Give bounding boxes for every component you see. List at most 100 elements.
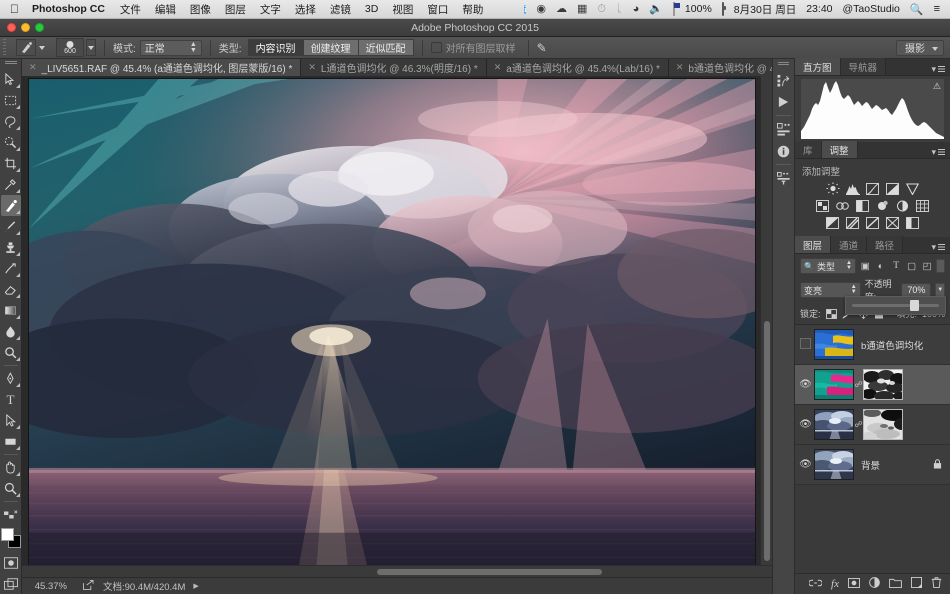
marquee-tool[interactable] bbox=[1, 90, 21, 111]
layer-thumbnail[interactable] bbox=[814, 369, 854, 400]
dropbox-icon[interactable]: ◉ bbox=[531, 3, 551, 15]
menu-image[interactable]: 图像 bbox=[183, 2, 218, 17]
panel-menu-icon[interactable]: ▾ bbox=[931, 64, 950, 75]
new-group-button[interactable] bbox=[889, 578, 902, 591]
document-tab-0[interactable]: ✕ _LIV5651.RAF @ 45.4% (a通道色调均化, 图层蒙版/16… bbox=[22, 59, 302, 76]
document-tab-2[interactable]: ✕ a通道色调均化 @ 45.4%(Lab/16) * bbox=[486, 59, 669, 76]
search-icon[interactable]: 🔍 bbox=[905, 3, 929, 16]
tool-preset-chevron-icon[interactable] bbox=[39, 45, 45, 50]
zoom-tool[interactable] bbox=[1, 478, 21, 499]
table-row[interactable]: b通道色调均化 bbox=[795, 325, 950, 365]
info-status-icon[interactable]: i bbox=[519, 3, 531, 15]
layer-mask-thumbnail[interactable] bbox=[863, 369, 903, 400]
opacity-slider-track[interactable] bbox=[852, 300, 939, 311]
gradient-tool[interactable] bbox=[1, 300, 21, 321]
lasso-tool[interactable] bbox=[1, 111, 21, 132]
quick-mask-icon[interactable] bbox=[1, 552, 21, 573]
lock-transparency-icon[interactable] bbox=[825, 308, 837, 320]
layer-filter-kind-select[interactable]: 🔍 类型 ▲ ▼ bbox=[800, 258, 856, 274]
layer-visibility-toggle[interactable]: 👁 bbox=[797, 459, 814, 470]
vibrance-icon[interactable] bbox=[904, 181, 921, 196]
character-panel-icon[interactable] bbox=[773, 167, 794, 189]
menu-3d[interactable]: 3D bbox=[358, 3, 385, 15]
menubar-user[interactable]: @TaoStudio bbox=[838, 3, 905, 15]
dodge-tool[interactable] bbox=[1, 342, 21, 363]
apple-logo-icon[interactable]:  bbox=[0, 3, 30, 15]
posterize-icon[interactable] bbox=[844, 215, 861, 230]
path-selection-tool[interactable] bbox=[1, 410, 21, 431]
wifi-icon[interactable]: ◕ bbox=[628, 3, 645, 15]
opacity-slider-knob[interactable] bbox=[910, 300, 920, 311]
foreground-color-swatch[interactable] bbox=[0, 528, 14, 541]
share-icon[interactable] bbox=[74, 579, 103, 593]
brush-picker-chevron-icon[interactable] bbox=[86, 39, 96, 56]
screen-mode-icon[interactable] bbox=[1, 573, 21, 594]
delete-layer-button[interactable] bbox=[931, 577, 942, 591]
us-flag-icon[interactable] bbox=[668, 2, 680, 16]
levels-icon[interactable] bbox=[844, 181, 861, 196]
menu-file[interactable]: 文件 bbox=[113, 2, 148, 17]
canvas-vertical-scrollbar[interactable] bbox=[760, 76, 772, 571]
toolbar-grip[interactable] bbox=[4, 61, 17, 65]
layer-thumbnail[interactable] bbox=[814, 449, 854, 480]
hand-tool[interactable] bbox=[1, 457, 21, 478]
clock-icon[interactable]: ⏱ bbox=[592, 3, 611, 15]
menu-app-name[interactable]: Photoshop CC bbox=[30, 3, 113, 15]
status-expand-icon[interactable]: ▶ bbox=[193, 582, 198, 590]
pressure-pen-icon[interactable]: ✎ bbox=[537, 41, 547, 55]
image-canvas[interactable] bbox=[28, 78, 756, 570]
layer-name[interactable]: 背景 bbox=[854, 458, 933, 472]
panel-menu-icon[interactable]: ▾ bbox=[931, 242, 950, 253]
properties-panel-icon[interactable] bbox=[773, 118, 794, 140]
menu-layer[interactable]: 图层 bbox=[218, 2, 253, 17]
panel-menu-icon[interactable]: ▾ bbox=[931, 147, 950, 158]
filter-adjustment-icon[interactable]: ◐ bbox=[874, 259, 886, 273]
rectangle-tool[interactable] bbox=[1, 431, 21, 452]
new-adjustment-layer-button[interactable] bbox=[869, 577, 880, 591]
spot-healing-brush-tool[interactable] bbox=[0, 195, 21, 216]
battery-icon[interactable] bbox=[717, 2, 729, 16]
layer-mask-thumbnail[interactable] bbox=[863, 409, 903, 440]
table-row[interactable]: 👁 bbox=[795, 445, 950, 485]
invert-icon[interactable] bbox=[824, 215, 841, 230]
tab-library[interactable]: 库 bbox=[795, 141, 822, 158]
tab-navigator[interactable]: 导航器 bbox=[840, 58, 887, 75]
layer-mask-link-icon[interactable]: ☍ bbox=[854, 380, 863, 389]
layer-name[interactable]: b通道色调均化 bbox=[854, 338, 950, 352]
actions-panel-icon[interactable] bbox=[773, 91, 794, 113]
threshold-icon[interactable] bbox=[864, 215, 881, 230]
menu-filter[interactable]: 滤镜 bbox=[323, 2, 358, 17]
menu-select[interactable]: 选择 bbox=[288, 2, 323, 17]
edit-toolbar-icon[interactable] bbox=[1, 504, 21, 525]
opacity-slider-popup[interactable] bbox=[845, 296, 946, 315]
close-tab-icon[interactable]: ✕ bbox=[494, 62, 502, 73]
heal-type-proximity-match[interactable]: 近似匹配 bbox=[357, 39, 414, 56]
pen-tool[interactable] bbox=[1, 368, 21, 389]
active-tool-preset-picker[interactable] bbox=[11, 39, 50, 57]
link-layers-button[interactable] bbox=[808, 578, 823, 591]
hue-saturation-icon[interactable] bbox=[814, 198, 831, 213]
blur-tool[interactable] bbox=[1, 321, 21, 342]
menu-window[interactable]: 窗口 bbox=[420, 2, 455, 17]
vertical-scroll-thumb[interactable] bbox=[764, 321, 770, 561]
brightness-contrast-icon[interactable] bbox=[824, 181, 841, 196]
workspace-switcher-button[interactable]: 摄影 bbox=[896, 39, 944, 56]
filter-pixel-icon[interactable]: ▣ bbox=[859, 259, 871, 273]
channel-mixer-icon[interactable] bbox=[894, 198, 911, 213]
add-layer-mask-button[interactable] bbox=[848, 577, 860, 591]
table-row[interactable]: 👁 ☍ bbox=[795, 365, 950, 405]
history-brush-tool[interactable] bbox=[1, 258, 21, 279]
quick-selection-tool[interactable] bbox=[1, 132, 21, 153]
layer-visibility-toggle[interactable]: 👁 bbox=[797, 379, 814, 390]
tab-layers[interactable]: 图层 bbox=[795, 236, 832, 253]
layer-mask-link-icon[interactable]: ☍ bbox=[854, 420, 863, 429]
exposure-icon[interactable] bbox=[884, 181, 901, 196]
brush-tool[interactable] bbox=[1, 216, 21, 237]
heal-type-content-aware[interactable]: 内容识别 bbox=[247, 39, 303, 56]
blend-mode-select[interactable]: 正常 ▲ ▼ bbox=[139, 39, 202, 56]
bluetooth-icon[interactable]: ᚳ bbox=[611, 3, 628, 15]
horizontal-scroll-thumb[interactable] bbox=[377, 569, 602, 575]
close-tab-icon[interactable]: ✕ bbox=[29, 62, 37, 73]
close-tab-icon[interactable]: ✕ bbox=[676, 62, 684, 73]
color-swatches[interactable] bbox=[0, 528, 21, 548]
